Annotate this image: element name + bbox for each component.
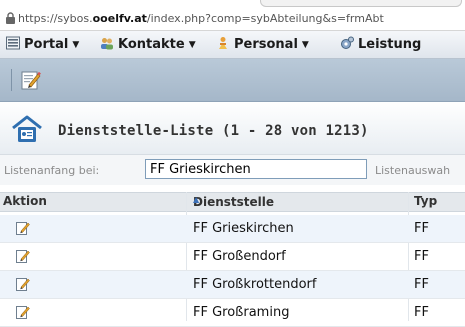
menu-leistung[interactable]: Leistung [340,36,421,52]
column-header-unit-label: Dienststelle [193,195,275,209]
url-domain: ooelfv.at [92,12,147,25]
row-unit-type: FF [414,249,429,264]
page-header: Dienststelle-Liste (1 - 28 von 1213) [0,102,465,154]
edit-icon[interactable] [16,277,30,291]
table-row[interactable]: FF Grieskirchen FF [0,215,465,243]
row-unit-name[interactable]: FF Großendorf [193,249,286,264]
menu-portal-label: Portal [24,37,69,52]
chevron-down-icon: ▼ [188,40,196,50]
url-suffix: /index.php?comp=sybAbteilung&s=frmAbt [146,12,384,25]
chevron-down-icon: ▼ [301,40,309,50]
menu-portal[interactable]: Portal ▼ [6,36,79,52]
table-row[interactable]: FF Großraming FF [0,299,465,327]
list-start-label: Listenanfang bei: [4,164,100,177]
lock-icon [6,12,15,24]
address-bar[interactable]: https://sybos.ooelfv.at/index.php?comp=s… [0,8,465,31]
column-header-action[interactable]: Aktion [3,194,47,208]
table-row[interactable]: FF Großendorf FF [0,243,465,271]
table-header: Aktion Dienststelle ▲ Typ [0,192,465,212]
row-unit-name[interactable]: FF Großraming [193,305,289,320]
contacts-icon [101,38,113,50]
edit-icon[interactable] [16,221,30,235]
row-unit-name[interactable]: FF Großkrottendorf [193,277,316,292]
list-start-input[interactable] [145,159,367,179]
service-icon [341,36,354,49]
page-title: Dienststelle-Liste (1 - 28 von 1213) [58,123,369,139]
edit-icon[interactable] [16,249,30,263]
list-selection-label[interactable]: Listenauswah [375,164,450,177]
portal-icon [6,36,20,50]
home-icon [12,115,42,142]
list-filter-bar: Listenanfang bei: Listenauswah [0,154,465,185]
row-unit-type: FF [414,221,429,236]
menu-leistung-label: Leistung [358,37,422,52]
url-text[interactable]: https://sybos.ooelfv.at/index.php?comp=s… [18,12,384,25]
menu-kontakte[interactable]: Kontakte ▼ [100,36,196,52]
browser-tab[interactable] [260,0,462,7]
menu-personal-label: Personal [234,37,298,52]
action-toolbar [0,59,465,102]
url-prefix: https://sybos. [18,12,93,25]
main-menu-bar: Portal ▼ Kontakte ▼ Personal ▼ Leistung [0,31,465,59]
row-unit-name[interactable]: FF Grieskirchen [193,221,294,236]
row-unit-type: FF [414,277,429,292]
toolbar-divider [11,69,12,91]
sort-ascending-icon: ▲ [193,195,200,204]
table-row[interactable]: FF Großkrottendorf FF [0,271,465,299]
menu-personal[interactable]: Personal ▼ [216,36,309,52]
personnel-icon [219,37,227,49]
chevron-down-icon: ▼ [72,40,80,50]
row-unit-type: FF [414,305,429,320]
new-entry-edit-icon[interactable] [21,70,41,90]
edit-icon[interactable] [16,305,30,319]
column-header-type[interactable]: Typ [414,194,437,208]
menu-kontakte-label: Kontakte [118,37,185,52]
